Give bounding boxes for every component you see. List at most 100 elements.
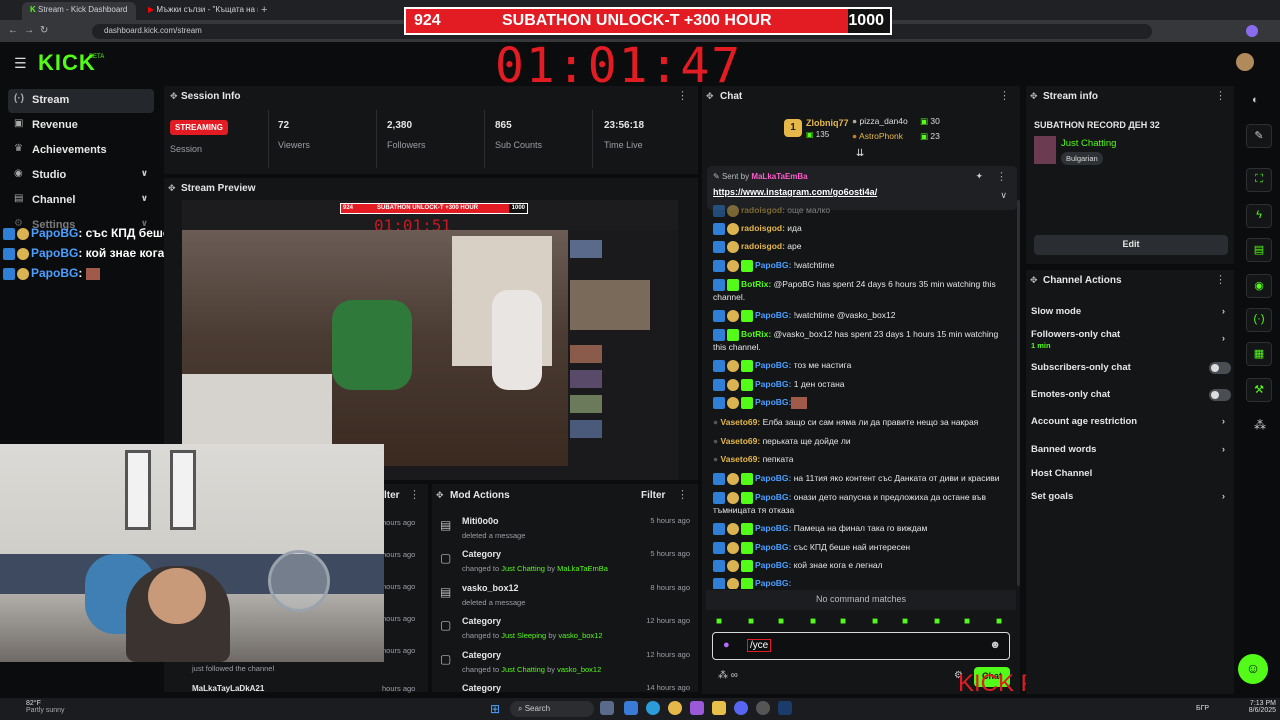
more-options-icon[interactable]: ⋮	[1215, 89, 1226, 102]
browser-tab-youtube[interactable]: ▶ Мъжки сълзи - "Къщата на инф...	[140, 2, 258, 20]
taskbar-app-icon[interactable]	[690, 701, 704, 715]
layout-icon[interactable]: ▦	[1246, 342, 1272, 366]
sub-badge-icon	[727, 559, 739, 572]
weather-widget[interactable]: 82°F Partly sunny	[26, 700, 65, 714]
lightning-icon[interactable]: ϟ	[1246, 204, 1272, 228]
emote-icon[interactable]: ■	[840, 616, 846, 627]
obs-icon[interactable]	[756, 701, 770, 715]
chat-message: PapoBG: онази дето напусна и предложиха …	[713, 491, 986, 515]
subscribers-only-action[interactable]: Subscribers-only chat	[1031, 362, 1231, 376]
emote-icon[interactable]: ■	[964, 616, 970, 627]
windows-start-icon[interactable]: ⊞	[490, 702, 500, 716]
nav-revenue[interactable]: ▣ Revenue	[8, 114, 154, 138]
edit-stream-button[interactable]: Edit	[1034, 235, 1228, 255]
vip-badge-icon	[713, 240, 725, 253]
discord-icon[interactable]	[734, 701, 748, 715]
emotes-only-action[interactable]: Emotes-only chat	[1031, 389, 1231, 403]
chat-scrollbar[interactable]	[1017, 200, 1020, 586]
drag-icon[interactable]: ✥	[168, 183, 176, 194]
menu-icon[interactable]: ☰	[14, 55, 27, 72]
emote-icon[interactable]: ■	[778, 616, 784, 627]
chat-input[interactable]: ● /усе ☻	[712, 632, 1010, 660]
stream-preview-title: Stream Preview	[181, 183, 256, 194]
microphone-icon[interactable]: ●	[723, 639, 730, 651]
emote-icon[interactable]: ■	[872, 616, 878, 627]
chat-input-value[interactable]: /усе	[747, 639, 772, 652]
nav-studio[interactable]: ◉ Studio ∨	[8, 164, 154, 188]
more-options-icon[interactable]: ⋮	[1215, 273, 1226, 286]
account-age-action[interactable]: Account age restriction ›	[1031, 416, 1231, 430]
set-goals-action[interactable]: Set goals ›	[1031, 491, 1231, 505]
steam-icon[interactable]	[778, 701, 792, 715]
emote-icon[interactable]: ■	[996, 616, 1002, 627]
emotes-only-toggle[interactable]	[1209, 389, 1231, 401]
emote-icon[interactable]: ■	[716, 616, 722, 627]
drag-icon[interactable]: ✥	[706, 91, 714, 102]
top-gifter-name[interactable]: Zlobniq77	[806, 118, 849, 128]
drag-icon[interactable]: ✥	[436, 490, 444, 501]
mod-action-row: ▤ vasko_box12 deleted a message 8 hours …	[440, 583, 690, 607]
collapse-icon[interactable]: ⇊	[856, 148, 864, 159]
clock[interactable]: 7:13 PM 8/6/2025	[1236, 700, 1276, 714]
stream-preview-video[interactable]: 924 SUBATHON UNLOCK-T +300 HOUR 1000 01:…	[182, 200, 678, 480]
emote-icon[interactable]: ■	[902, 616, 908, 627]
more-options-icon[interactable]: ⋮	[409, 488, 420, 501]
clip-icon[interactable]: ⛶	[1246, 168, 1272, 192]
new-tab-icon[interactable]: +	[261, 4, 267, 16]
file-explorer-icon[interactable]	[712, 701, 726, 715]
more-tools-icon[interactable]: ⁂	[1254, 418, 1266, 432]
gifter-name[interactable]: ● pizza_dan4o	[852, 116, 908, 126]
sub-badge-icon	[727, 491, 739, 504]
kick-logo[interactable]: KICK	[38, 50, 96, 76]
host-channel-action[interactable]: Host Channel	[1031, 468, 1231, 482]
drag-icon[interactable]: ✥	[1030, 275, 1038, 286]
nav-achievements[interactable]: ♛ Achievements	[8, 139, 154, 163]
pinned-link[interactable]: https://www.instagram.com/go6osti4a/	[713, 187, 877, 197]
unpin-icon[interactable]: ✦	[975, 171, 983, 182]
emoji-icon[interactable]: ☻	[989, 639, 1001, 651]
gifter-name[interactable]: ● AstroPhonk	[852, 131, 903, 141]
drag-icon[interactable]: ✥	[170, 91, 178, 102]
chat-message: PapoBG: !watchtime	[713, 259, 1013, 272]
more-options-icon[interactable]: ⋮	[677, 89, 688, 102]
filter-button[interactable]: lter	[384, 490, 400, 501]
more-options-icon[interactable]: ⋮	[677, 488, 688, 501]
drag-icon[interactable]: ✥	[1030, 91, 1038, 102]
taskbar-app-icon[interactable]	[624, 701, 638, 715]
sub-badge-icon	[727, 309, 739, 322]
nav-arrows-icon[interactable]: ←→↻	[8, 25, 54, 36]
notes-icon[interactable]: ▤	[1246, 238, 1272, 262]
divider	[592, 110, 593, 168]
more-options-icon[interactable]: ⋮	[996, 170, 1007, 183]
mod-actions-title: Mod Actions	[450, 490, 510, 501]
nav-stream[interactable]: (·) Stream	[8, 89, 154, 113]
category-name[interactable]: Just Chatting	[1061, 138, 1116, 149]
wrench-icon[interactable]: ⚒	[1246, 378, 1272, 402]
slow-mode-action[interactable]: Slow mode ›	[1031, 306, 1231, 320]
banned-words-action[interactable]: Banned words ›	[1031, 444, 1231, 458]
language-indicator[interactable]: БГР	[1196, 705, 1209, 712]
browser-tab-kick[interactable]: K Stream - Kick Dashboard	[22, 2, 136, 20]
more-options-icon[interactable]: ⋮	[999, 89, 1010, 102]
theme-toggle-icon[interactable]: ◐	[1252, 94, 1259, 106]
profile-avatar[interactable]	[1246, 25, 1258, 37]
chevron-down-icon[interactable]: ∨	[1000, 190, 1007, 201]
subscribers-only-toggle[interactable]	[1209, 362, 1231, 374]
emote-icon[interactable]: ■	[934, 616, 940, 627]
emote-icon[interactable]: ■	[748, 616, 754, 627]
chrome-icon[interactable]	[668, 701, 682, 715]
help-chat-icon[interactable]: ☺	[1238, 654, 1268, 684]
chat-tools-icon[interactable]: ⁂ ∞	[718, 670, 738, 681]
edge-icon[interactable]	[646, 701, 660, 715]
nav-channel[interactable]: ▤ Channel ∨	[8, 189, 154, 213]
broadcast-icon[interactable]: (·)	[1246, 308, 1272, 332]
taskbar-app-icon[interactable]	[600, 701, 614, 715]
followers-only-action[interactable]: Followers-only chat 1 min ›	[1031, 329, 1231, 353]
sub-badge-icon	[727, 577, 739, 589]
chat-bubble-icon[interactable]: ◉	[1246, 274, 1272, 298]
emote-icon[interactable]: ■	[810, 616, 816, 627]
taskbar-search[interactable]: ⌕ Search	[510, 701, 594, 717]
filter-button[interactable]: Filter	[641, 490, 665, 501]
user-avatar[interactable]	[1236, 53, 1254, 71]
edit-layout-icon[interactable]: ✎	[1246, 124, 1272, 148]
